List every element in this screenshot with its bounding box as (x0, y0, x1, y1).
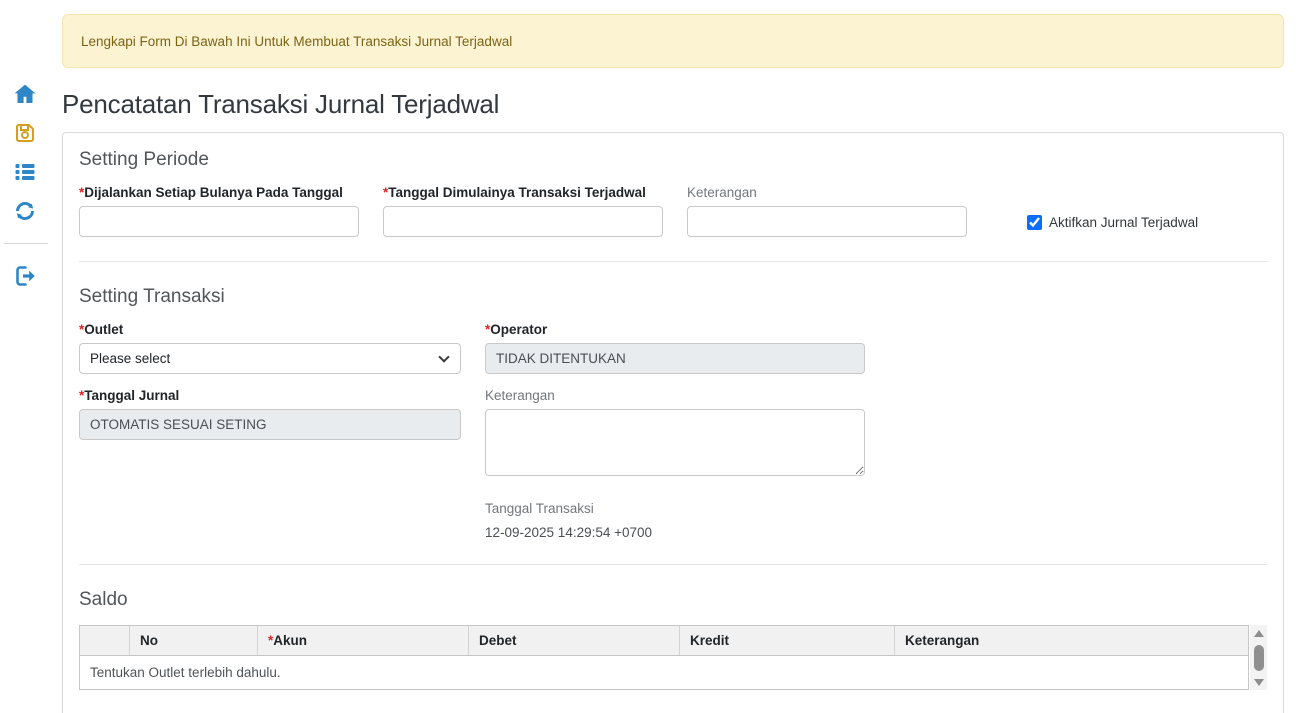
sidebar-divider (4, 243, 48, 244)
tanggal-transaksi-label: Tanggal Transaksi (485, 501, 865, 516)
saldo-table-container: No *Akun Debet Kredit Keterangan Tentuka… (79, 625, 1267, 690)
section-title-saldo: Saldo (79, 589, 1267, 611)
outlet-label: *Outlet (79, 322, 461, 337)
saldo-header-row: No *Akun Debet Kredit Keterangan (80, 626, 1249, 656)
col-header-debet: Debet (469, 626, 680, 656)
table-scrollbar[interactable] (1250, 625, 1267, 690)
activate-schedule-label[interactable]: Aktifkan Jurnal Terjadwal (1049, 215, 1198, 230)
sign-out-icon (13, 264, 37, 288)
field-operator: *Operator (485, 322, 865, 374)
scroll-up-button[interactable] (1253, 629, 1265, 637)
start-date-input[interactable] (383, 206, 663, 237)
transaksi-note-textarea[interactable] (485, 409, 865, 476)
logout-button[interactable] (13, 264, 37, 288)
info-banner-text: Lengkapi Form Di Bawah Ini Untuk Membuat… (81, 34, 512, 49)
saldo-empty-message: Tentukan Outlet terlebih dahulu. (80, 656, 1249, 690)
outlet-select[interactable]: Please select (79, 343, 461, 374)
form-card: Setting Periode *Dijalankan Setiap Bulan… (62, 132, 1284, 713)
section-divider (79, 564, 1267, 565)
refresh-button[interactable] (13, 199, 37, 223)
save-icon (13, 121, 37, 145)
col-header-rowhandle (80, 626, 130, 656)
scrollbar-thumb[interactable] (1254, 645, 1264, 671)
saldo-table: No *Akun Debet Kredit Keterangan Tentuka… (79, 625, 1249, 690)
main-content: Lengkapi Form Di Bawah Ini Untuk Membuat… (62, 0, 1300, 713)
section-title-setting-transaksi: Setting Transaksi (79, 286, 1267, 308)
save-button[interactable] (13, 121, 37, 145)
section-setting-periode: Setting Periode *Dijalankan Setiap Bulan… (79, 149, 1267, 237)
saldo-empty-row: Tentukan Outlet terlebih dahulu. (80, 656, 1249, 690)
col-header-keterangan: Keterangan (895, 626, 1249, 656)
home-button[interactable] (13, 82, 37, 106)
scroll-up-icon (1254, 630, 1264, 637)
section-saldo: Saldo No *Akun Debet (79, 589, 1267, 690)
activate-schedule-checkbox[interactable] (1027, 215, 1042, 230)
list-icon (13, 160, 37, 184)
col-header-kredit: Kredit (680, 626, 895, 656)
field-run-day: *Dijalankan Setiap Bulanya Pada Tanggal (79, 185, 359, 237)
field-activate-schedule: Aktifkan Jurnal Terjadwal (1027, 185, 1198, 230)
operator-input (485, 343, 865, 374)
field-transaksi-note: Keterangan (485, 388, 865, 481)
start-date-label: *Tanggal Dimulainya Transaksi Terjadwal (383, 185, 663, 200)
sidebar (0, 0, 62, 713)
operator-label: *Operator (485, 322, 865, 337)
run-day-label: *Dijalankan Setiap Bulanya Pada Tanggal (79, 185, 359, 200)
section-divider (79, 261, 1267, 262)
col-header-akun: *Akun (258, 626, 469, 656)
scroll-down-icon (1254, 679, 1264, 686)
field-outlet: *Outlet Please select (79, 322, 461, 374)
list-button[interactable] (13, 160, 37, 184)
col-header-no: No (130, 626, 258, 656)
tanggal-jurnal-input (79, 409, 461, 440)
sync-icon (13, 199, 37, 223)
section-title-setting-periode: Setting Periode (79, 149, 1267, 171)
periode-note-label: Keterangan (687, 185, 967, 200)
page-title: Pencatatan Transaksi Jurnal Terjadwal (62, 89, 1284, 120)
info-banner: Lengkapi Form Di Bawah Ini Untuk Membuat… (62, 14, 1284, 68)
field-tanggal-jurnal: *Tanggal Jurnal (79, 388, 461, 440)
field-start-date: *Tanggal Dimulainya Transaksi Terjadwal (383, 185, 663, 237)
transaksi-note-label: Keterangan (485, 388, 865, 403)
tanggal-jurnal-label: *Tanggal Jurnal (79, 388, 461, 403)
field-tanggal-transaksi: Tanggal Transaksi 12-09-2025 14:29:54 +0… (485, 501, 865, 540)
scroll-down-button[interactable] (1253, 678, 1265, 686)
field-periode-note: Keterangan (687, 185, 967, 237)
periode-note-input[interactable] (687, 206, 967, 237)
home-icon (13, 82, 37, 106)
tanggal-transaksi-value: 12-09-2025 14:29:54 +0700 (485, 525, 865, 540)
run-day-input[interactable] (79, 206, 359, 237)
section-setting-transaksi: Setting Transaksi *Outlet Please select … (79, 286, 1267, 540)
page: Lengkapi Form Di Bawah Ini Untuk Membuat… (0, 0, 1300, 713)
